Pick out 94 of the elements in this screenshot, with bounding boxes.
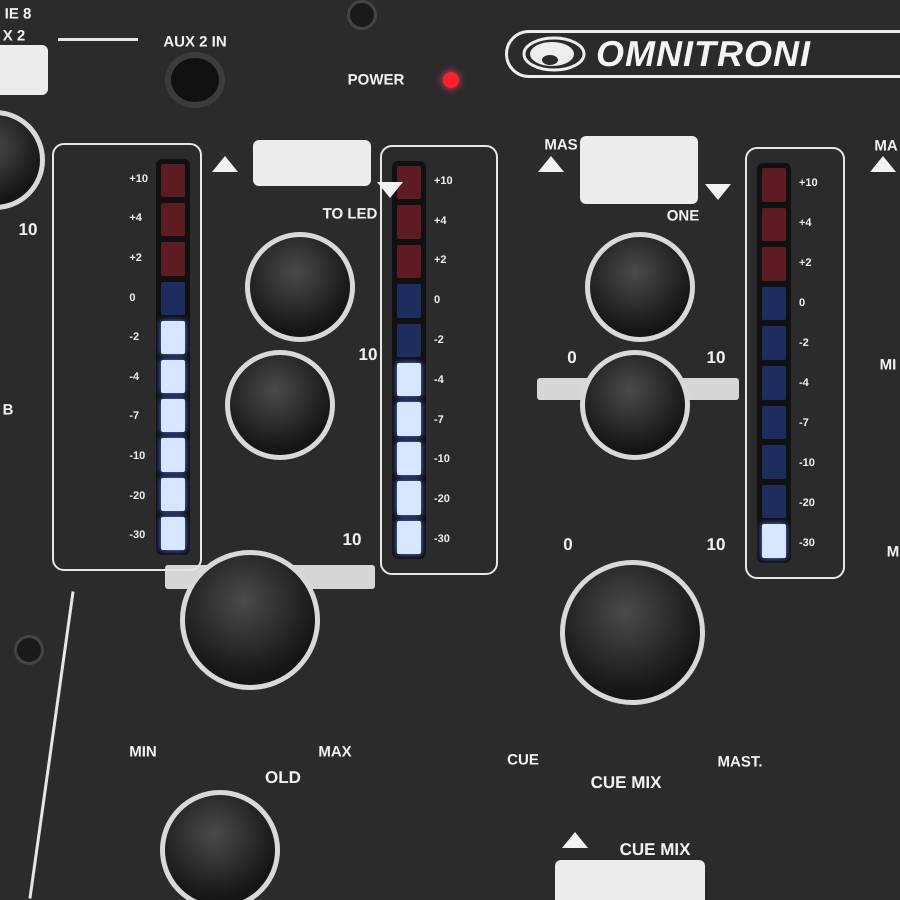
scale-label: 0: [434, 294, 442, 306]
unlit-led-segment: [397, 166, 421, 200]
panel-label: MI: [880, 356, 896, 374]
lit-led-segment: [161, 399, 185, 432]
lit-led-segment: [397, 481, 421, 515]
scale-label: +10: [129, 172, 148, 185]
scale-label: -10: [129, 450, 146, 462]
panel-label: 10: [706, 348, 726, 368]
scale-label: -30: [434, 533, 451, 546]
unlit-led-segment: [161, 164, 185, 198]
lit-led-segment: [161, 360, 185, 394]
scale-label: -7: [129, 410, 140, 422]
scale-label: +2: [799, 257, 813, 269]
panel-label: CUE: [507, 752, 539, 768]
panel-label: OLD: [265, 768, 301, 788]
unlit-led-segment: [762, 484, 786, 518]
panel-label: MAS: [544, 136, 578, 154]
unlit-led-segment: [397, 284, 421, 318]
unlit-led-segment: [762, 326, 786, 360]
unlit-led-segment: [397, 244, 421, 278]
lit-led-segment: [161, 478, 185, 511]
panel-label: 10: [358, 345, 378, 365]
scale-label: +4: [434, 214, 448, 227]
brand-name: OMNITRONI: [596, 33, 811, 75]
panel-label: TO LED: [322, 206, 378, 222]
scale-label: -4: [129, 370, 140, 383]
lit-led-segment: [161, 320, 185, 354]
scale-label: -2: [434, 334, 445, 346]
unlit-led-segment: [161, 242, 185, 276]
scale-label: -7: [434, 414, 445, 426]
panel-label: 0: [567, 348, 577, 368]
scale-label: -4: [434, 374, 445, 386]
unlit-led-segment: [762, 247, 786, 281]
panel-label: X 2: [2, 28, 26, 44]
panel-label: ONE: [666, 208, 700, 224]
scale-label: -10: [434, 453, 451, 466]
scale-label: -20: [434, 493, 451, 506]
panel-label: 10: [706, 535, 726, 555]
scale-label: 0: [799, 297, 806, 309]
lit-led-segment: [397, 442, 421, 476]
scale-label: 0: [129, 292, 136, 304]
panel-label: CUE MIX: [590, 773, 662, 793]
panel-label: MIN: [129, 744, 157, 760]
lit-led-segment: [161, 516, 185, 550]
scale-label: -30: [799, 537, 816, 549]
panel-label: AUX 2 IN: [163, 34, 227, 50]
unlit-led-segment: [161, 282, 185, 315]
scale-label: +10: [799, 177, 818, 189]
scale-label: -20: [129, 490, 146, 502]
up-triangle-icon: [212, 156, 238, 172]
panel-label: B: [2, 402, 14, 418]
scale-label: -4: [799, 377, 810, 389]
panel-label: POWER: [348, 72, 404, 88]
scale-label: +4: [129, 212, 143, 224]
screw-icon: [347, 0, 377, 30]
unlit-led-segment: [762, 286, 786, 320]
unlit-led-segment: [762, 366, 786, 400]
lit-led-segment: [762, 524, 786, 558]
unlit-led-segment: [397, 324, 421, 358]
down-triangle-icon: [705, 184, 731, 200]
panel-label: MAX: [318, 744, 352, 760]
up-triangle-icon: [562, 832, 588, 848]
panel-label: 0: [563, 535, 573, 555]
unlit-led-segment: [397, 205, 421, 239]
unlit-led-segment: [762, 445, 786, 479]
lit-led-segment: [161, 438, 185, 472]
panel-label: 10: [18, 220, 38, 240]
screw-icon: [14, 635, 44, 665]
scale-label: -10: [799, 457, 816, 469]
scale-label: -2: [799, 337, 810, 349]
logo-icon: [522, 36, 586, 72]
scale-label: +2: [129, 252, 143, 264]
scale-label: +4: [799, 217, 813, 229]
unlit-led-segment: [161, 203, 185, 236]
unlit-led-segment: [762, 406, 786, 440]
panel-label: CUE MIX: [620, 840, 690, 860]
lit-led-segment: [397, 520, 421, 554]
panel-label: MA: [874, 138, 898, 154]
scale-label: +2: [434, 254, 448, 266]
panel-label: IE 8: [4, 6, 32, 22]
scale-label: -30: [129, 529, 146, 542]
scale-label: +10: [434, 174, 453, 187]
unlit-led-segment: [762, 208, 786, 242]
scale-label: -7: [799, 417, 810, 429]
lit-led-segment: [397, 363, 421, 396]
scale-label: -20: [799, 497, 816, 509]
scale-label: -2: [129, 331, 140, 344]
panel-label: M: [886, 544, 900, 560]
lit-led-segment: [397, 402, 421, 436]
up-triangle-icon: [538, 156, 564, 172]
unlit-led-segment: [762, 168, 786, 202]
up-triangle-icon: [870, 156, 896, 172]
panel-label: MAST.: [718, 754, 762, 770]
panel-label: 10: [342, 530, 362, 550]
